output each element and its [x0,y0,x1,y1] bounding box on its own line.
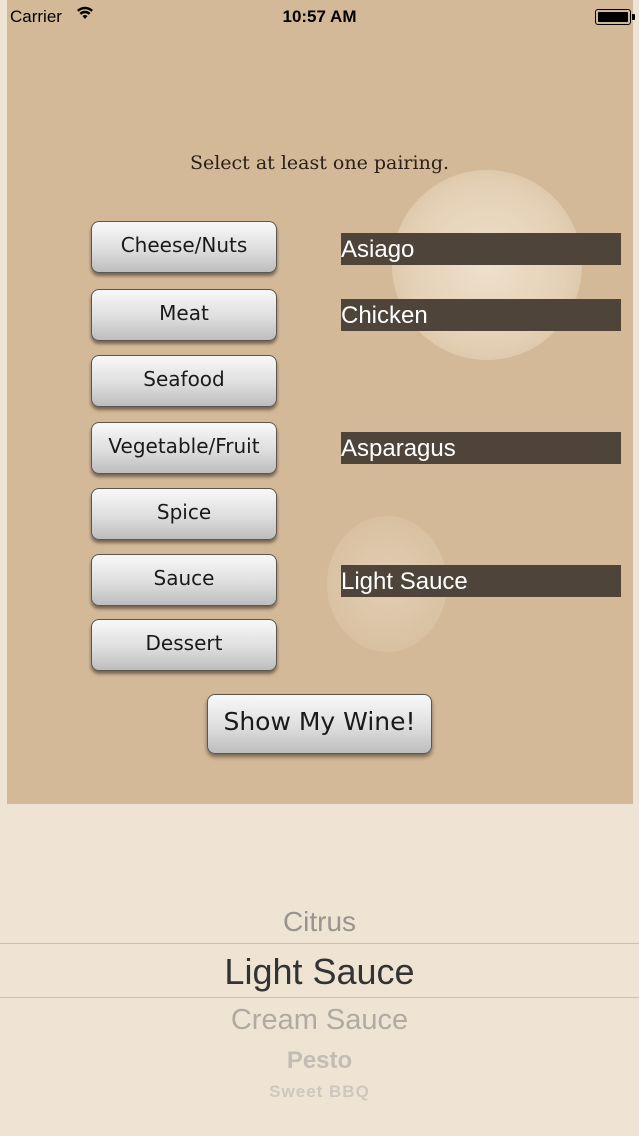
sauce-selection: Light Sauce [341,565,621,597]
dessert-button[interactable]: Dessert [91,619,277,671]
picker-item[interactable]: Sweet BBQ [0,1082,639,1102]
vegetable-fruit-button[interactable]: Vegetable/Fruit [91,422,277,474]
sauce-button[interactable]: Sauce [91,554,277,606]
instruction-text: Select at least one pairing. [189,152,450,174]
picker-item-selected[interactable]: Light Sauce [0,951,639,993]
meat-selection: Chicken [341,299,621,331]
battery-icon [595,9,635,25]
meat-button[interactable]: Meat [91,289,277,341]
cheese-nuts-selection: Asiago [341,233,621,265]
picker-item[interactable]: Pesto [0,1047,639,1075]
spice-button[interactable]: Spice [91,488,277,540]
show-my-wine-button[interactable]: Show My Wine! [207,694,432,754]
decorative-circle [392,170,582,360]
picker-item[interactable]: Citrus [0,906,639,938]
picker-divider [0,943,639,944]
status-time: 10:57 AM [282,7,357,26]
picker-item[interactable]: Cream Sauce [0,1004,639,1037]
picker-divider [0,997,639,998]
vegetable-fruit-selection: Asparagus [341,432,621,464]
seafood-button[interactable]: Seafood [91,355,277,407]
sauce-picker[interactable]: Citrus Light Sauce Cream Sauce Pesto Swe… [0,804,639,1136]
cheese-nuts-button[interactable]: Cheese/Nuts [91,221,277,273]
status-bar: Carrier 10:57 AM [0,0,639,34]
